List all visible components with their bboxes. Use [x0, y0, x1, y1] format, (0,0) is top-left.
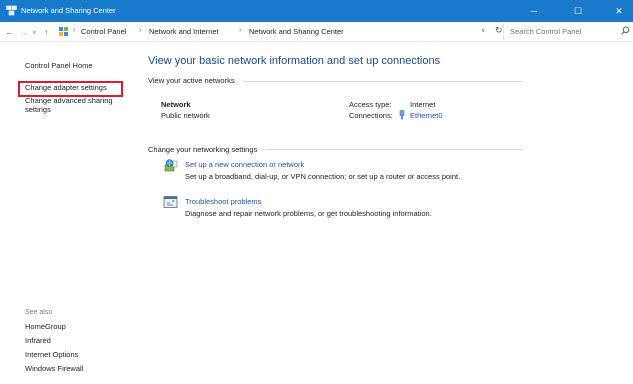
- window-title: Network and Sharing Center: [21, 6, 116, 15]
- troubleshoot-problems-link[interactable]: Troubleshoot problems: [185, 197, 261, 206]
- up-button[interactable]: ↑: [44, 26, 48, 38]
- ethernet-icon: [399, 110, 405, 120]
- refresh-button[interactable]: ↻: [495, 25, 503, 36]
- recent-locations-button[interactable]: ∨: [32, 27, 36, 39]
- network-center-icon: [6, 5, 17, 16]
- section-divider: [243, 81, 523, 82]
- control-panel-icon: [59, 27, 68, 36]
- connections-label: Connections:: [349, 111, 393, 120]
- breadcrumb: › Control Panel › Network and Internet ›…: [58, 25, 486, 39]
- breadcrumb-network-and-internet[interactable]: Network and Internet: [149, 27, 219, 36]
- minimize-button[interactable]: ─: [520, 0, 548, 22]
- forward-button[interactable]: →: [19, 26, 28, 38]
- see-also-internet-options-link[interactable]: Internet Options: [25, 350, 78, 359]
- address-dropdown-button[interactable]: ∨: [481, 27, 485, 34]
- network-name: Network: [161, 100, 191, 109]
- breadcrumb-separator: ›: [73, 27, 76, 34]
- section-divider: [266, 149, 523, 150]
- breadcrumb-network-sharing-center[interactable]: Network and Sharing Center: [249, 27, 344, 36]
- breadcrumb-control-panel[interactable]: Control Panel: [81, 27, 126, 36]
- control-panel-home-link[interactable]: Control Panel Home: [25, 61, 93, 70]
- breadcrumb-separator: ›: [239, 27, 242, 34]
- active-networks-label: View your active networks: [148, 76, 235, 85]
- access-type-label: Access type:: [349, 100, 392, 109]
- access-type-value: Internet: [410, 100, 436, 109]
- see-also-heading: See also: [25, 309, 53, 316]
- see-also-windows-firewall-link[interactable]: Windows Firewall: [25, 364, 83, 373]
- see-also-homegroup-link[interactable]: HomeGroup: [25, 322, 66, 331]
- back-button[interactable]: ←: [5, 26, 14, 38]
- troubleshoot-icon: [163, 196, 178, 208]
- change-adapter-settings-link[interactable]: Change adapter settings: [25, 83, 107, 92]
- address-bar: ← → ∨ ↑ › Control Panel › Network and In…: [0, 22, 633, 42]
- close-button[interactable]: ✕: [605, 0, 633, 22]
- setup-connection-description: Set up a broadband, dial-up, or VPN conn…: [185, 172, 461, 181]
- search-input[interactable]: [510, 26, 608, 37]
- troubleshoot-description: Diagnose and repair network problems, or…: [185, 209, 432, 218]
- left-pane: Control Panel Home Change adapter settin…: [0, 43, 135, 384]
- main-content: View your basic network information and …: [148, 43, 628, 384]
- change-settings-label: Change your networking settings: [148, 145, 258, 154]
- breadcrumb-separator: ›: [139, 27, 142, 34]
- network-type: Public network: [161, 111, 210, 120]
- maximize-button[interactable]: ☐: [564, 0, 592, 22]
- search-box[interactable]: [503, 23, 630, 40]
- see-also-infrared-link[interactable]: Infrared: [25, 336, 51, 345]
- network-setup-icon: [164, 159, 178, 172]
- search-icon[interactable]: [621, 26, 630, 35]
- setup-connection-link[interactable]: Set up a new connection or network: [185, 160, 304, 169]
- page-title: View your basic network information and …: [148, 55, 441, 67]
- change-advanced-sharing-settings-link[interactable]: Change advanced sharing settings: [25, 96, 120, 114]
- ethernet0-link[interactable]: Ethernet0: [410, 111, 443, 120]
- title-bar: Network and Sharing Center ─ ☐ ✕: [0, 0, 633, 22]
